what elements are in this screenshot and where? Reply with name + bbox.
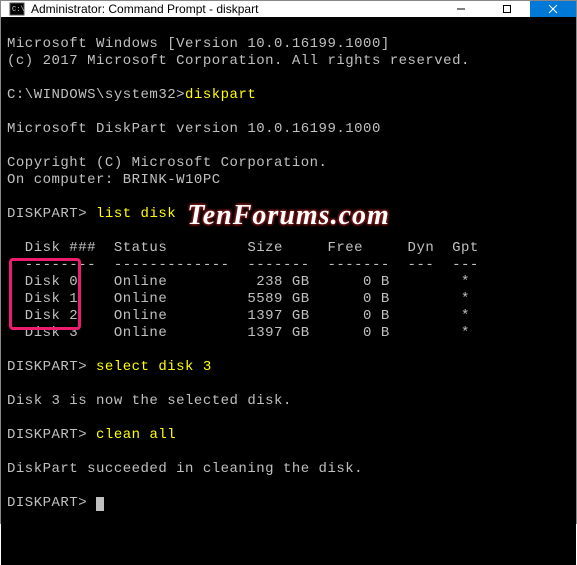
terminal-area[interactable]: Microsoft Windows [Version 10.0.16199.10… (1, 17, 576, 565)
text-cursor (96, 497, 104, 511)
banner-line: (c) 2017 Microsoft Corporation. All righ… (7, 53, 470, 69)
output-line: DiskPart succeeded in cleaning the disk. (7, 461, 363, 477)
window-controls (438, 1, 576, 17)
svg-text:C:\: C:\ (12, 6, 25, 14)
banner-line: Microsoft Windows [Version 10.0.16199.10… (7, 36, 390, 52)
cmd-icon: C:\ (9, 1, 25, 17)
diskpart-prompt: DISKPART> (7, 206, 87, 222)
table-row: Disk 0 Online 238 GB 0 B * (7, 274, 470, 290)
command-text: list disk (96, 206, 176, 222)
command-text: diskpart (185, 87, 256, 103)
titlebar[interactable]: C:\ Administrator: Command Prompt - disk… (1, 1, 576, 17)
table-divider: -------- ------------- ------- ------- -… (7, 257, 479, 273)
command-text: clean all (96, 427, 176, 443)
diskpart-computer: On computer: BRINK-W10PC (7, 172, 221, 188)
diskpart-copyright: Copyright (C) Microsoft Corporation. (7, 155, 327, 171)
table-row: Disk 1 Online 5589 GB 0 B * (7, 291, 470, 307)
minimize-button[interactable] (438, 1, 484, 17)
table-header: Disk ### Status Size Free Dyn Gpt (7, 240, 479, 256)
command-text: select disk 3 (96, 359, 212, 375)
table-row: Disk 3 Online 1397 GB 0 B * (7, 325, 470, 341)
table-row: Disk 2 Online 1397 GB 0 B * (7, 308, 470, 324)
output-line: Disk 3 is now the selected disk. (7, 393, 292, 409)
maximize-button[interactable] (484, 1, 530, 17)
diskpart-version: Microsoft DiskPart version 10.0.16199.10… (7, 121, 381, 137)
diskpart-prompt: DISKPART> (7, 495, 87, 511)
prompt-path: C:\WINDOWS\system32> (7, 87, 185, 103)
diskpart-prompt: DISKPART> (7, 359, 87, 375)
watermark-text: TenForums.com (187, 207, 390, 224)
command-prompt-window: C:\ Administrator: Command Prompt - disk… (1, 1, 576, 523)
window-title: Administrator: Command Prompt - diskpart (31, 2, 438, 16)
close-button[interactable] (530, 1, 576, 17)
diskpart-prompt: DISKPART> (7, 427, 87, 443)
